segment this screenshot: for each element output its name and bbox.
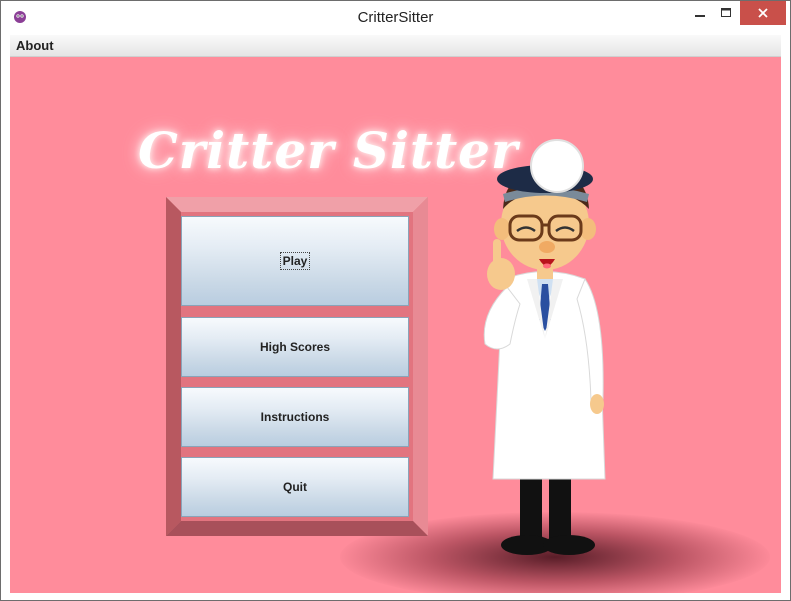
title-bar[interactable]: CritterSitter xyxy=(1,1,790,33)
instructions-button[interactable]: Instructions xyxy=(181,387,409,447)
menu-frame: Play High Scores Instructions Quit xyxy=(166,197,428,536)
quit-button[interactable]: Quit xyxy=(181,457,409,517)
window-title: CritterSitter xyxy=(357,9,434,26)
minimize-icon xyxy=(695,15,705,17)
main-panel: Critter Sitter Play High Scores Instruct… xyxy=(10,57,781,593)
doctor-illustration xyxy=(483,139,606,555)
maximize-icon xyxy=(721,8,731,17)
maximize-button[interactable] xyxy=(713,1,739,25)
close-icon xyxy=(758,8,768,18)
minimize-button[interactable] xyxy=(685,1,715,25)
menu-bar: About xyxy=(10,35,781,57)
game-logo: Critter Sitter xyxy=(138,121,519,180)
app-window: CritterSitter About Critter Sitter Play xyxy=(0,0,791,601)
play-button-label: Play xyxy=(279,252,311,270)
menu-about[interactable]: About xyxy=(16,38,54,53)
play-button[interactable]: Play xyxy=(181,216,409,306)
high-scores-button[interactable]: High Scores xyxy=(181,317,409,377)
close-button[interactable] xyxy=(740,1,786,25)
